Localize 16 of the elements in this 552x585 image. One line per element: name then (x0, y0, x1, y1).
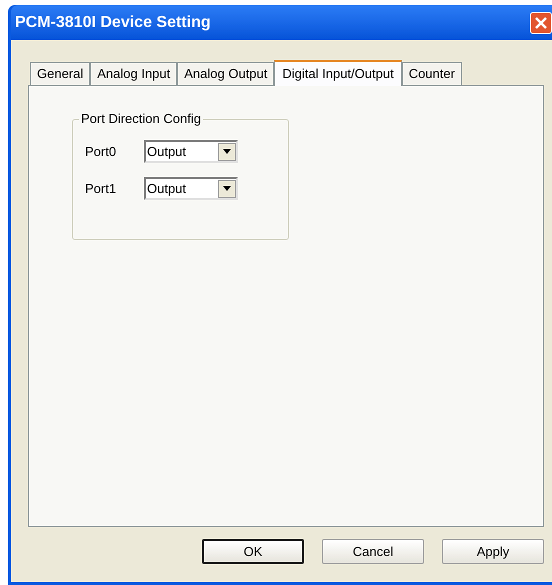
direction-dropdown[interactable]: Output (144, 177, 238, 200)
port-label: Port1 (85, 180, 118, 198)
tab[interactable]: Analog Input (90, 62, 178, 85)
tab[interactable]: Digital Input/Output (274, 60, 402, 86)
group-title: Port Direction Config (79, 111, 203, 127)
close-button[interactable] (530, 12, 552, 34)
port-label: Port0 (85, 142, 118, 161)
tab[interactable]: Counter (402, 62, 462, 85)
tab[interactable]: Analog Output (177, 62, 274, 85)
direction-dropdown[interactable]: Output (144, 140, 238, 163)
close-icon (535, 16, 547, 28)
dialog-button[interactable]: Apply (442, 539, 544, 564)
dialog-button[interactable]: Cancel (322, 539, 424, 564)
tab[interactable]: General (30, 62, 90, 85)
window-title: PCM-3810I Device Setting (15, 12, 211, 32)
dialog-button[interactable]: OK (202, 539, 304, 564)
